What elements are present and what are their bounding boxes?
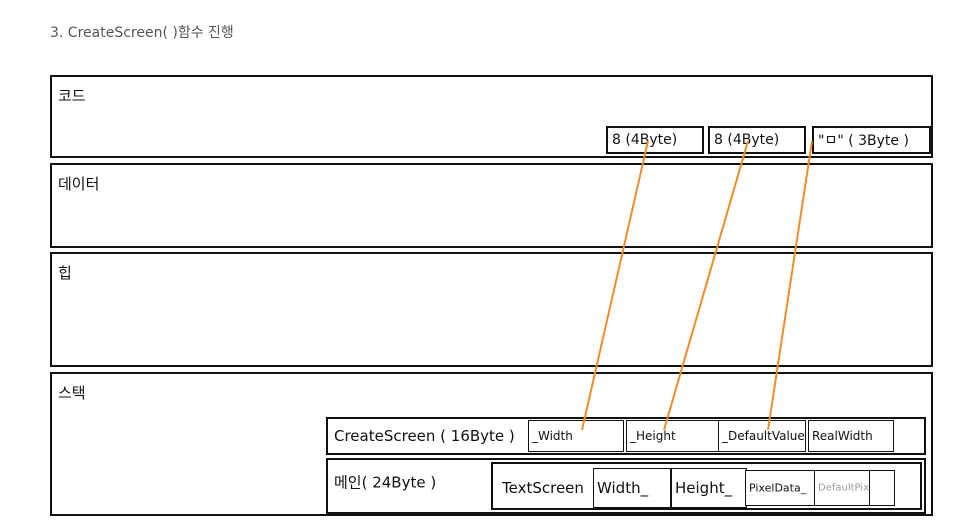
code-value-default-text: "ㅁ" ( 3Byte ) <box>818 133 909 149</box>
local-realwidth-cell: RealWidth <box>808 420 894 452</box>
createscreen-frame-label: CreateScreen ( 16Byte ) <box>334 427 515 445</box>
member-defaultpixel-cell: DefaultPixel_ <box>814 470 870 506</box>
param-width-text: _Width <box>532 429 573 443</box>
stack-label: 스택 <box>58 384 86 402</box>
heap-label: 힙 <box>58 264 72 282</box>
code-value-width-text: 8 (4Byte) <box>612 132 678 148</box>
main-frame-label: 메인( 24Byte ) <box>334 473 437 492</box>
code-value-width: 8 (4Byte) <box>606 126 704 154</box>
code-value-height: 8 (4Byte) <box>708 126 806 154</box>
member-defaultpixel-text: DefaultPixel_ <box>818 482 869 494</box>
param-default-text: _DefaultValue <box>722 429 805 443</box>
param-width-cell: _Width <box>528 420 624 452</box>
param-height-cell: _Height <box>626 420 722 452</box>
member-pixeldata-cell: PixelData_ <box>745 470 815 506</box>
data-label: 데이터 <box>58 175 100 193</box>
local-realwidth-text: RealWidth <box>812 429 873 443</box>
code-label: 코드 <box>58 87 86 105</box>
member-width-text: Width_ <box>597 479 649 497</box>
member-extra-cell <box>869 470 895 506</box>
heap-region: 힙 <box>50 252 933 367</box>
struct-label-cell: TextScreen <box>494 468 594 508</box>
member-pixeldata-text: PixelData_ <box>749 481 807 495</box>
caption: 3. CreateScreen( )함수 진행 <box>50 25 234 41</box>
code-value-height-text: 8 (4Byte) <box>714 132 780 148</box>
data-region: 데이터 <box>50 163 933 248</box>
member-height-text: Height_ <box>675 479 733 497</box>
member-height-cell: Height_ <box>671 468 747 508</box>
param-height-text: _Height <box>630 429 676 443</box>
textscreen-label: TextScreen <box>502 479 584 497</box>
member-width-cell: Width_ <box>593 468 671 508</box>
code-value-default: "ㅁ" ( 3Byte ) <box>812 126 931 154</box>
param-default-cell: _DefaultValue <box>718 420 806 452</box>
